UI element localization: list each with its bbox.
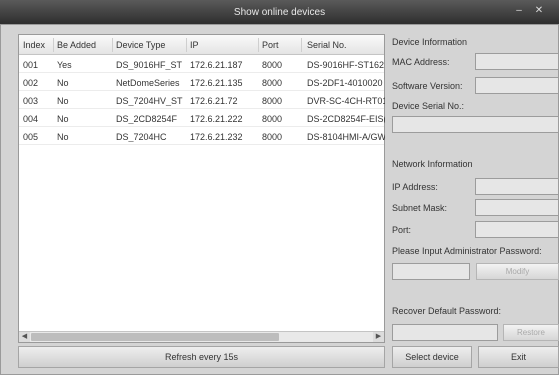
cell-index: 002 (23, 78, 39, 88)
cell-port: 8000 (262, 96, 283, 106)
cell-ip: 172.6.21.187 (190, 60, 243, 70)
device-information-heading: Device Information (392, 37, 468, 47)
subnet-mask-field[interactable] (475, 199, 559, 216)
exit-button[interactable]: Exit (478, 346, 559, 368)
cell-port: 8000 (262, 78, 283, 88)
port-field[interactable] (475, 221, 559, 238)
admin-password-label: Please Input Administrator Password: (392, 246, 542, 256)
column-divider[interactable] (258, 38, 259, 52)
cell-ip: 172.6.21.72 (190, 96, 238, 106)
column-divider[interactable] (186, 38, 187, 52)
cell-be-added: No (57, 132, 69, 142)
software-version-label: Software Version: (392, 81, 463, 91)
cell-index: 004 (23, 114, 39, 124)
software-version-field[interactable] (475, 77, 559, 94)
cell-be-added: No (57, 78, 69, 88)
ip-address-label: IP Address: (392, 182, 438, 192)
cell-serial-no: DS-9016HF-ST162 (307, 60, 385, 70)
mac-address-field[interactable] (475, 53, 559, 70)
cell-serial-no: DVR-SC-4CH-RT01 (307, 96, 385, 106)
cell-serial-no: DS-8104HMI-A/GW( (307, 132, 385, 142)
restore-button[interactable]: Restore (503, 324, 559, 341)
mac-address-label: MAC Address: (392, 57, 450, 67)
cell-serial-no: DS-2CD8254F-EIS( (307, 114, 385, 124)
cell-index: 005 (23, 132, 39, 142)
table-row[interactable]: 001 Yes DS_9016HF_ST 172.6.21.187 8000 D… (19, 55, 384, 73)
column-header-port[interactable]: Port (262, 40, 279, 50)
horizontal-scrollbar[interactable]: ◀ ▶ (19, 331, 384, 342)
cell-device-type: DS_7204HC (116, 132, 167, 142)
cell-port: 8000 (262, 114, 283, 124)
arrow-right-icon[interactable]: ▶ (373, 332, 384, 342)
column-header-device-type[interactable]: Device Type (116, 40, 165, 50)
table-row[interactable]: 003 No DS_7204HV_ST 172.6.21.72 8000 DVR… (19, 91, 385, 109)
device-serial-label: Device Serial No.: (392, 101, 465, 111)
table-row[interactable]: 005 No DS_7204HC 172.6.21.232 8000 DS-81… (19, 127, 385, 145)
cell-serial-no: DS-2DF1-4010020 (307, 78, 383, 88)
cell-device-type: DS_9016HF_ST (116, 60, 183, 70)
recover-password-field[interactable] (392, 324, 498, 341)
device-serial-field[interactable] (392, 116, 559, 133)
table-row[interactable]: 002 No NetDomeSeries 172.6.21.135 8000 D… (19, 73, 384, 91)
title-bar: Show online devices – ✕ (0, 0, 559, 24)
cell-device-type: DS_7204HV_ST (116, 96, 183, 106)
arrow-left-icon[interactable]: ◀ (19, 332, 30, 342)
cell-be-added: Yes (57, 60, 72, 70)
column-divider[interactable] (112, 38, 113, 52)
modify-button[interactable]: Modify (476, 263, 559, 280)
column-header-ip[interactable]: IP (190, 40, 199, 50)
close-icon[interactable]: ✕ (532, 5, 546, 17)
column-header-be-added[interactable]: Be Added (57, 40, 96, 50)
column-divider[interactable] (301, 38, 302, 52)
ip-address-field[interactable] (475, 178, 559, 195)
column-divider[interactable] (53, 38, 54, 52)
select-device-button[interactable]: Select device (392, 346, 472, 368)
network-information-heading: Network Information (392, 159, 473, 169)
cell-index: 003 (23, 96, 39, 106)
cell-port: 8000 (262, 132, 283, 142)
cell-ip: 172.6.21.135 (190, 78, 243, 88)
scrollbar-thumb[interactable] (31, 333, 279, 341)
window-title: Show online devices (233, 7, 326, 18)
cell-device-type: DS_2CD8254F (116, 114, 178, 124)
table-row[interactable]: 004 No DS_2CD8254F 172.6.21.222 8000 DS-… (19, 109, 385, 127)
recover-password-label: Recover Default Password: (392, 306, 502, 316)
minimize-icon[interactable]: – (512, 5, 526, 17)
port-label: Port: (392, 225, 412, 235)
device-table[interactable]: Index Be Added Device Type IP Port Seria… (18, 34, 385, 343)
admin-password-field[interactable] (392, 263, 470, 280)
column-header-index[interactable]: Index (23, 40, 45, 50)
cell-ip: 172.6.21.232 (190, 132, 243, 142)
cell-index: 001 (23, 60, 39, 70)
subnet-mask-label: Subnet Mask: (392, 203, 448, 213)
cell-device-type: NetDomeSeries (116, 78, 180, 88)
cell-port: 8000 (262, 60, 283, 70)
column-header-serial-no[interactable]: Serial No. (307, 40, 347, 50)
refresh-button[interactable]: Refresh every 15s (18, 346, 385, 368)
cell-ip: 172.6.21.222 (190, 114, 243, 124)
cell-be-added: No (57, 114, 69, 124)
cell-be-added: No (57, 96, 69, 106)
table-header: Index Be Added Device Type IP Port Seria… (19, 35, 384, 55)
